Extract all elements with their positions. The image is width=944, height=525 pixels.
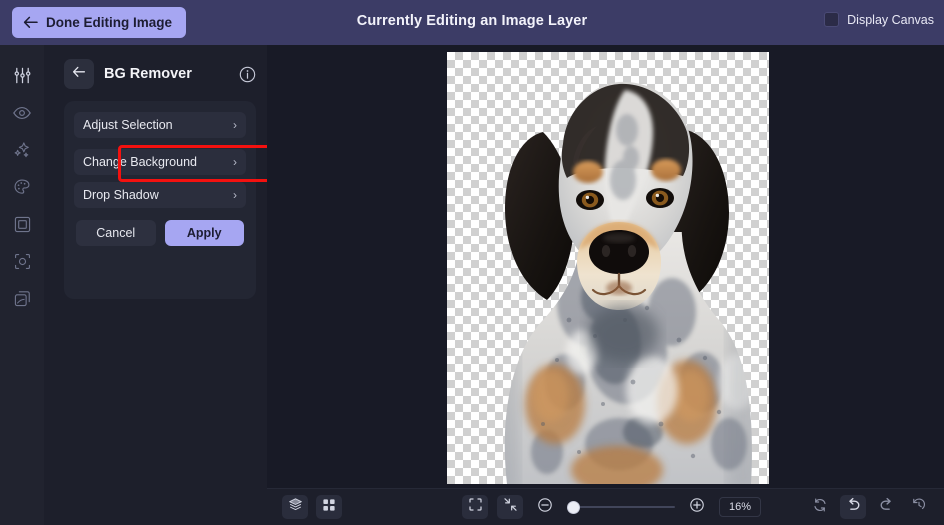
zoom-slider[interactable] xyxy=(567,500,675,514)
arrow-left-icon xyxy=(72,65,86,83)
sidebar-item-visibility[interactable] xyxy=(4,95,40,131)
display-canvas-label: Display Canvas xyxy=(847,12,934,27)
image-editor-window: Done Editing Image Currently Editing an … xyxy=(0,0,944,525)
history-button[interactable] xyxy=(906,495,932,519)
grid-view-button[interactable] xyxy=(316,495,342,519)
cancel-button[interactable]: Cancel xyxy=(76,220,156,246)
chevron-right-icon: › xyxy=(233,155,237,169)
sidebar-item-crop[interactable] xyxy=(4,243,40,279)
sparkles-icon xyxy=(12,140,32,160)
menu-item-change-background[interactable]: Change Background › xyxy=(74,149,246,175)
chevron-right-icon: › xyxy=(233,118,237,132)
adjustments-icon xyxy=(13,66,32,85)
undo-button[interactable] xyxy=(840,495,866,519)
layers-icon xyxy=(288,497,303,517)
panel-header: BG Remover xyxy=(64,57,256,91)
zoom-controls: 16% xyxy=(462,495,761,519)
undo-icon xyxy=(845,496,862,518)
sidebar-item-adjustments[interactable] xyxy=(4,57,40,93)
layers-button[interactable] xyxy=(282,495,308,519)
done-editing-image-button[interactable]: Done Editing Image xyxy=(12,7,187,38)
zoom-out-button[interactable] xyxy=(532,495,558,519)
zoom-slider-knob[interactable] xyxy=(567,501,580,514)
menu-item-adjust-selection[interactable]: Adjust Selection › xyxy=(74,112,246,138)
canvas-stage[interactable] xyxy=(267,45,944,488)
reset-icon xyxy=(812,497,828,518)
zoom-in-icon xyxy=(689,497,705,518)
done-editing-image-label: Done Editing Image xyxy=(46,15,173,30)
fit-to-screen-button[interactable] xyxy=(462,495,488,519)
bg-remover-panel: BG Remover Adjust Selection › Change Bac… xyxy=(44,45,282,525)
history-controls xyxy=(807,495,932,519)
panel-back-button[interactable] xyxy=(64,59,94,89)
crop-icon xyxy=(13,252,32,271)
arrow-left-icon xyxy=(23,16,38,29)
grid-icon xyxy=(322,498,336,517)
bottom-left-tools xyxy=(282,495,342,519)
menu-item-label: Adjust Selection xyxy=(83,118,173,132)
zoom-out-icon xyxy=(537,497,553,518)
display-canvas-toggle[interactable]: Display Canvas xyxy=(824,12,934,27)
fit-to-screen-icon xyxy=(468,497,483,517)
zoom-level-value[interactable]: 16% xyxy=(719,497,761,517)
sidebar-item-frame[interactable] xyxy=(4,206,40,242)
collapse-arrows-icon xyxy=(503,497,518,517)
zoom-in-button[interactable] xyxy=(684,495,710,519)
sidebar-item-duplicate[interactable] xyxy=(4,280,40,316)
redo-button[interactable] xyxy=(873,495,899,519)
apply-button[interactable]: Apply xyxy=(164,220,244,246)
info-circle-icon[interactable] xyxy=(238,65,256,83)
bottom-toolbar: 16% xyxy=(267,488,944,525)
panel-title: BG Remover xyxy=(104,66,192,82)
history-icon xyxy=(911,497,927,518)
panel-actions: Cancel Apply xyxy=(74,220,246,246)
layers-copy-icon xyxy=(13,289,32,308)
display-canvas-checkbox[interactable] xyxy=(824,12,840,27)
chevron-right-icon: › xyxy=(233,188,237,202)
collapse-button[interactable] xyxy=(497,495,523,519)
eye-icon xyxy=(12,103,32,123)
redo-icon xyxy=(878,496,895,518)
palette-icon xyxy=(12,177,32,197)
zoom-slider-track xyxy=(575,506,675,508)
reset-button[interactable] xyxy=(807,495,833,519)
artboard-transparent-background[interactable] xyxy=(447,52,769,484)
bg-remover-options-card: Adjust Selection › Change Background › D… xyxy=(64,101,256,299)
top-bar: Done Editing Image Currently Editing an … xyxy=(0,0,944,45)
frame-icon xyxy=(13,215,32,234)
sidebar-item-effects[interactable] xyxy=(4,132,40,168)
menu-item-label: Drop Shadow xyxy=(83,188,159,202)
menu-item-drop-shadow[interactable]: Drop Shadow › xyxy=(74,182,246,208)
sidebar-item-color[interactable] xyxy=(4,169,40,205)
menu-item-label: Change Background xyxy=(83,155,197,169)
tool-rail xyxy=(0,45,44,525)
dog-image xyxy=(504,81,752,484)
